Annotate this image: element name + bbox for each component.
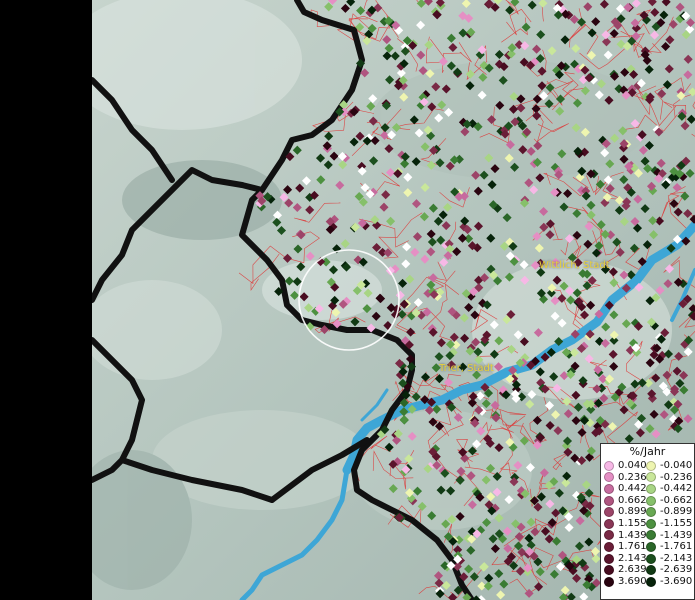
legend-positive-row: 1.761 [604, 541, 647, 553]
legend-swatch [604, 530, 614, 541]
legend-swatch [604, 483, 614, 494]
legend-swatch [646, 541, 656, 552]
legend-negative-row: -0.040 [646, 460, 692, 472]
legend-value: -0.662 [660, 494, 693, 506]
legend-negative-row: -1.761 [646, 541, 692, 553]
legend-positive-column: 0.040 0.236 0.442 0.662 0.899 1.155 1.439 1.761… [604, 460, 647, 588]
legend-negative-row: -2.639 [646, 564, 692, 576]
legend-positive-row: 0.899 [604, 506, 647, 518]
city-label-wittlich: Wittlich, Stadt [539, 260, 610, 271]
legend-value: 0.662 [618, 494, 647, 506]
legend-value: -0.442 [660, 483, 693, 495]
legend-swatch [604, 553, 614, 564]
legend-swatch [646, 553, 656, 564]
legend-negative-row: -0.442 [646, 483, 692, 495]
legend-swatch [604, 518, 614, 529]
legend-swatch [646, 518, 656, 529]
legend-swatch [646, 507, 656, 518]
legend-positive-row: 0.236 [604, 472, 647, 484]
legend-value: 1.155 [618, 517, 647, 529]
legend-swatch [604, 541, 614, 552]
legend-swatch [646, 530, 656, 541]
legend-negative-row: -1.155 [646, 518, 692, 530]
legend-value: 0.899 [618, 506, 647, 518]
legend-swatch [646, 472, 656, 483]
legend-value: -0.899 [660, 506, 693, 518]
legend-negative-row: -3.690 [646, 576, 692, 588]
legend-negative-row: -0.662 [646, 495, 692, 507]
legend-negative-row: -1.439 [646, 530, 692, 542]
legend-swatch [604, 460, 614, 471]
legend-negative-column: -0.040 -0.236 -0.442 -0.662 -0.899 -1.155 -1.4… [646, 460, 692, 588]
legend-positive-row: 0.662 [604, 495, 647, 507]
legend-value: -0.040 [660, 460, 693, 471]
legend: %/Jahr 0.040 0.236 0.442 0.662 0.899 1.155 1.4… [600, 443, 695, 600]
legend-value: 2.143 [618, 552, 647, 564]
city-label-trier: Trier, Stadt [439, 363, 494, 374]
legend-value: -2.639 [660, 564, 693, 576]
legend-value: 2.639 [618, 564, 647, 576]
legend-swatch [646, 565, 656, 576]
legend-positive-row: 1.439 [604, 530, 647, 542]
legend-value: 0.442 [618, 483, 647, 495]
legend-positive-row: 2.143 [604, 553, 647, 565]
legend-swatch [604, 507, 614, 518]
legend-value: -2.143 [660, 552, 693, 564]
legend-swatch [646, 576, 656, 587]
left-black-bar [0, 0, 92, 600]
legend-positive-row: 0.040 [604, 460, 647, 472]
legend-positive-row: 1.155 [604, 518, 647, 530]
legend-title: %/Jahr [629, 445, 666, 458]
legend-swatch [604, 472, 614, 483]
legend-value: -1.439 [660, 529, 693, 541]
legend-swatch [604, 576, 614, 587]
legend-positive-row: 3.690 [604, 576, 647, 588]
legend-value: 0.040 [618, 460, 647, 471]
legend-value: 3.690 [618, 575, 647, 587]
legend-value: -0.236 [660, 471, 693, 483]
legend-value: 0.236 [618, 471, 647, 483]
legend-negative-row: -0.236 [646, 472, 692, 484]
legend-value: -1.761 [660, 541, 693, 553]
legend-swatch [604, 565, 614, 576]
legend-swatch [646, 483, 656, 494]
legend-value: -3.690 [660, 575, 693, 587]
legend-swatch [604, 495, 614, 506]
legend-positive-row: 0.442 [604, 483, 647, 495]
legend-value: -1.155 [660, 517, 693, 529]
legend-negative-row: -2.143 [646, 553, 692, 565]
legend-negative-row: -0.899 [646, 506, 692, 518]
legend-positive-row: 2.639 [604, 564, 647, 576]
legend-value: 1.439 [618, 529, 647, 541]
legend-swatch [646, 495, 656, 506]
legend-swatch [646, 460, 656, 471]
legend-value: 1.761 [618, 541, 647, 553]
